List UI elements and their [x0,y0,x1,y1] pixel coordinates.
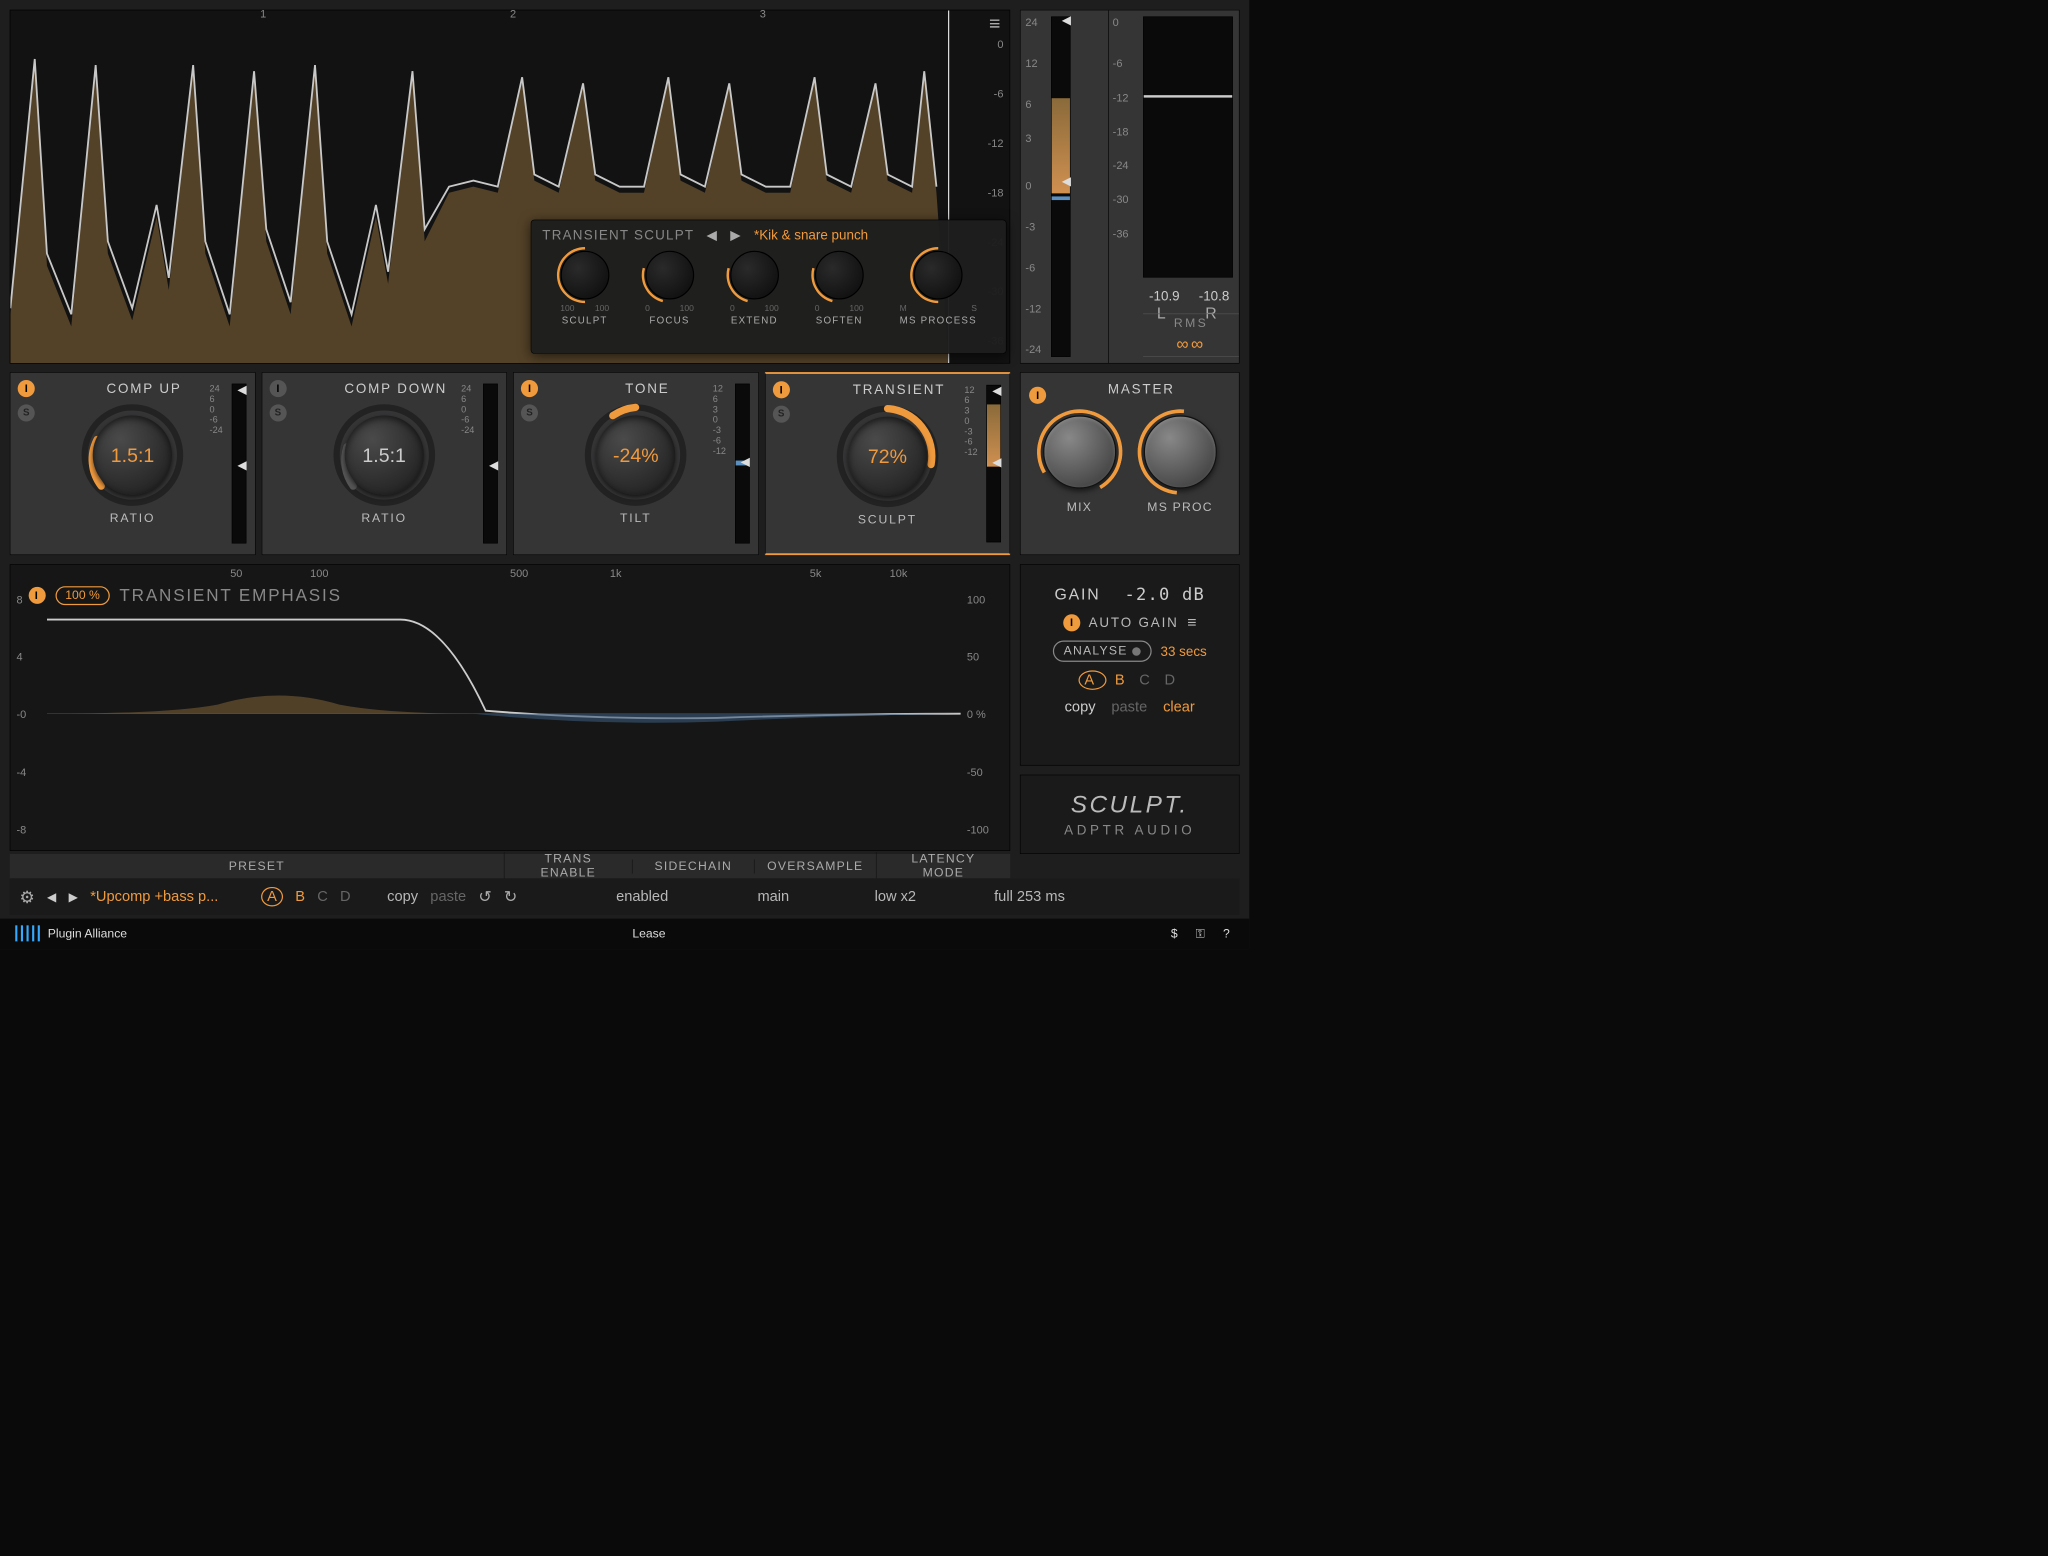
transient-popup-preset[interactable]: *Kik & snare punch [754,228,868,244]
currency-icon[interactable]: $ [1171,927,1185,940]
comp-down-ratio-knob[interactable]: 1.5:1 [332,403,436,507]
comp-up-ratio-knob[interactable]: 1.5:1 [81,403,185,507]
preset-a-button[interactable]: A [261,887,283,907]
tone-solo-button[interactable]: S [521,404,538,421]
hamburger-icon[interactable]: ≡ [989,12,999,35]
extend-knob[interactable]: 0100EXTEND [730,251,779,327]
analyse-time: 33 secs [1161,643,1207,659]
snapshot-a-button[interactable]: A [1078,670,1106,690]
gain-value[interactable]: -2.0 dB [1124,584,1205,604]
license-label[interactable]: Lease [127,927,1171,941]
preset-copy-button[interactable]: copy [387,888,418,905]
master-panel: I MASTER MIX MS PROC [1020,372,1240,555]
preset-header: PRESET TRANS ENABLE SIDECHAIN OVERSAMPLE… [10,854,1010,878]
peak-l-value: -10.9 [1149,289,1180,305]
popup-next-icon[interactable]: ▶ [730,228,742,244]
comp-down-power-button[interactable]: I [269,380,286,397]
auto-gain-power-button[interactable]: I [1063,614,1080,631]
undo-icon[interactable]: ↺ [478,887,491,906]
popup-prev-icon[interactable]: ◀ [706,228,718,244]
soften-knob[interactable]: 0100SOFTEN [815,251,864,327]
preset-prev-icon[interactable]: ◀ [47,889,56,904]
preset-d-button[interactable]: D [340,888,351,905]
transient-sculpt-knob[interactable]: 72% [836,404,940,508]
msprocess-knob[interactable]: MSMS PROCESS [900,251,977,327]
latency-value[interactable]: full 253 ms [962,888,1096,905]
transient-module: I TRANSIENT S 72% SCULPT 12630-3-6-12 ◀◀ [765,372,1011,555]
comp-up-solo-button[interactable]: S [18,404,35,421]
gain-panel: GAIN -2.0 dB IAUTO GAIN≡ ANALYSE33 secs … [1020,564,1240,765]
gain-paste-button[interactable]: paste [1111,698,1147,715]
tone-power-button[interactable]: I [521,380,538,397]
comp-down-solo-button[interactable]: S [269,404,286,421]
comp-up-module: I COMP UP S 1.5:1 RATIO 2460-6-24 ◀◀ [10,372,256,555]
comp-down-module: I COMP DOWN S 1.5:1 RATIO 2460-6-24 ◀ [261,372,507,555]
transient-power-button[interactable]: I [773,381,790,398]
rms-label: RMS ∞∞ [1143,314,1239,357]
output-level-meter[interactable] [1143,16,1233,277]
transient-meter[interactable]: 12630-3-6-12 ◀◀ [964,385,1001,542]
sidechain-value[interactable]: main [718,888,828,905]
transient-popup-title: TRANSIENT SCULPT [542,228,694,244]
snapshot-b-button[interactable]: B [1115,672,1131,689]
preset-bar: ⚙ ◀ ▶ *Upcomp +bass p... A B C D copy pa… [10,878,1240,915]
preset-next-icon[interactable]: ▶ [69,889,78,904]
gain-copy-button[interactable]: copy [1065,698,1096,715]
gain-clear-button[interactable]: clear [1163,698,1195,715]
transient-sculpt-popup: TRANSIENT SCULPT ◀ ▶ *Kik & snare punch … [531,220,1007,354]
tone-meter[interactable]: 12630-3-6-12 ◀ [713,384,750,544]
rms-infinity-icon: ∞∞ [1143,334,1239,354]
key-icon[interactable]: ⚿ [1196,927,1213,940]
trans-enable-value[interactable]: enabled [578,888,706,905]
master-mix-knob[interactable]: MIX [1043,415,1116,514]
redo-icon[interactable]: ↻ [504,887,517,906]
snapshot-d-button[interactable]: D [1164,672,1181,689]
help-icon[interactable]: ? [1223,927,1237,940]
oversample-value[interactable]: low x2 [840,888,950,905]
tone-tilt-knob[interactable]: -24% [584,403,688,507]
analyse-button[interactable]: ANALYSE [1053,641,1152,662]
tone-module: I TONE S -24% TILT 12630-3-6-12 ◀ [513,372,759,555]
focus-knob[interactable]: 0100FOCUS [645,251,694,327]
snapshot-c-button[interactable]: C [1139,672,1156,689]
plugin-alliance-icon: ┃┃┃┃┃ [12,926,40,942]
plugin-alliance-label[interactable]: Plugin Alliance [48,927,127,941]
sculpt-knob[interactable]: 100100SCULPT [560,251,609,327]
master-msproc-knob[interactable]: MS PROC [1143,415,1216,514]
preset-paste-button[interactable]: paste [430,888,466,905]
comp-down-meter[interactable]: 2460-6-24 ◀ [461,384,498,544]
preset-c-button[interactable]: C [317,888,328,905]
brand-logo: SCULPT. ADPTR AUDIO [1020,775,1240,854]
peak-r-value: -10.8 [1199,289,1230,305]
master-power-button[interactable]: I [1029,387,1046,404]
comp-up-meter[interactable]: 2460-6-24 ◀◀ [210,384,247,544]
comp-up-power-button[interactable]: I [18,380,35,397]
preset-name[interactable]: *Upcomp +bass p... [90,888,218,905]
settings-gear-icon[interactable]: ⚙ [20,887,35,907]
transient-solo-button[interactable]: S [773,406,790,423]
gain-reduction-meter[interactable]: ◀ ◀ [1051,16,1071,356]
output-meters: 24 12 6 3 0 -3 -6 -12 -24 ◀ ◀ 0 -6 -12 [1020,10,1240,364]
transient-emphasis-graph[interactable]: 50 100 500 1k 5k 10k I 100 % TRANSIENT E… [10,564,1010,851]
auto-gain-menu-icon[interactable]: ≡ [1187,613,1196,632]
preset-b-button[interactable]: B [295,888,305,905]
footer-bar: ┃┃┃┃┃ Plugin Alliance Lease $ ⚿ ? [0,919,1249,950]
